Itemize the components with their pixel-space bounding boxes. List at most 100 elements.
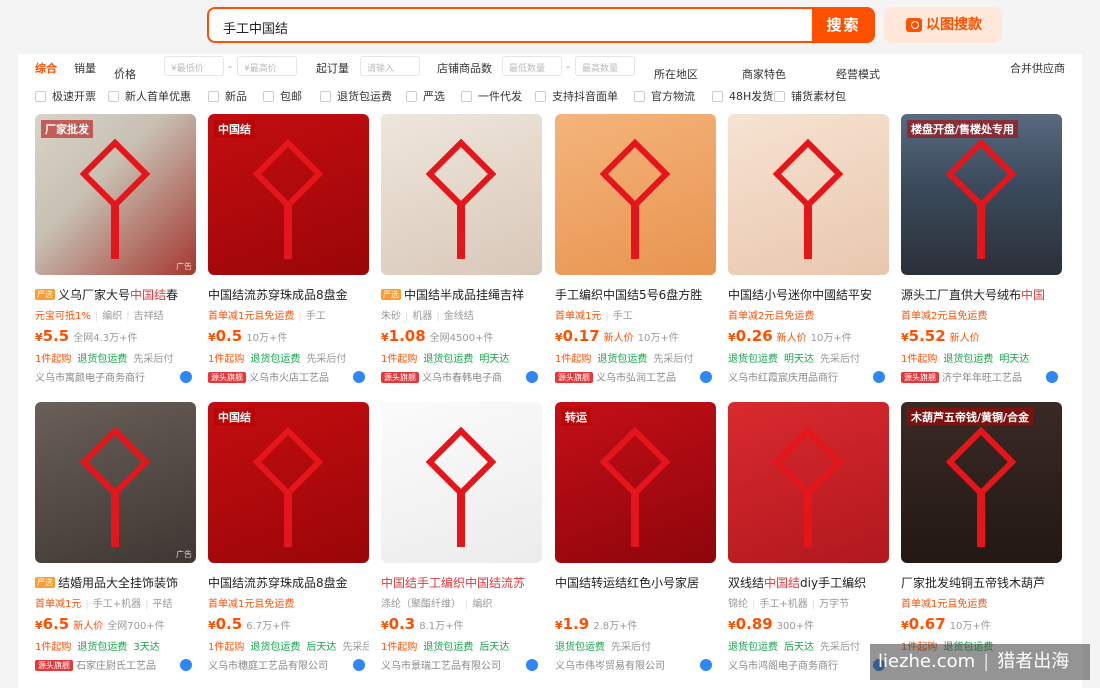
product-card[interactable]: 楼盘开盘/售楼处专用 源头工厂直供大号绒布中国 首单减2元且免运费 ¥5.52 新人价 1… xyxy=(901,114,1064,384)
chat-icon[interactable] xyxy=(526,371,538,383)
chat-icon[interactable] xyxy=(873,371,885,383)
chinese-knot-icon xyxy=(79,426,151,547)
sort-sales[interactable]: 销量 xyxy=(74,60,96,76)
product-card[interactable]: 中国结小号迷你中國結平安 首单减2元且免运费 ¥0.26 新人价 10万+件 退货包运费明… xyxy=(728,114,891,384)
chat-icon[interactable] xyxy=(700,659,712,671)
product-title[interactable]: 中国结手工编织中国结流苏 xyxy=(381,574,542,591)
product-image[interactable] xyxy=(555,114,716,275)
product-title[interactable]: 中国结流苏穿珠成品8盘金 xyxy=(208,574,369,591)
check-dropship[interactable]: 一件代发 xyxy=(461,88,522,104)
check-new-user[interactable]: 新人首单优惠 xyxy=(108,88,191,104)
shop-name[interactable]: 源头旗舰 义乌市弘润工艺品 xyxy=(555,369,716,384)
chat-icon[interactable] xyxy=(700,371,712,383)
shop-name[interactable]: 源头旗舰 义乌市火店工艺品 xyxy=(208,369,369,384)
product-title[interactable]: 严选 中国结半成品挂绳吉祥 xyxy=(381,286,542,303)
moq-label: 起订量 xyxy=(316,62,349,75)
price-max-input[interactable]: ¥最高价 xyxy=(237,56,297,76)
product-card[interactable]: 中国结 中国结流苏穿珠成品8盘金 首单减1元且免运费 | 手工 ¥0.5 10万+件 1件起购… xyxy=(208,114,371,384)
product-attributes: 首单减1元且免运费 xyxy=(901,599,988,610)
chat-icon[interactable] xyxy=(180,659,192,671)
moq-input[interactable]: 请输入 xyxy=(360,56,420,76)
product-title[interactable]: 双线结中国结diy手工编织 xyxy=(728,574,889,591)
check-douyin[interactable]: 支持抖音面单 xyxy=(535,88,618,104)
product-image[interactable] xyxy=(381,402,542,563)
product-card[interactable]: 转运 中国结转运结红色小号家居 ¥1.9 2.8万+件 退货包运费 先采后付 义乌市伟岑贸易… xyxy=(555,402,718,672)
shop-name[interactable]: 源头旗舰 石家庄尉氏工艺品 xyxy=(35,657,196,672)
image-search-button[interactable]: 以图搜款 xyxy=(884,7,1002,43)
product-title[interactable]: 手工编织中国结5号6盘方胜 xyxy=(555,286,716,303)
price-row: ¥0.89 300+件 xyxy=(728,615,815,633)
product-image[interactable] xyxy=(728,402,889,563)
merge-supplier-toggle[interactable]: 合并供应商 xyxy=(1010,60,1065,76)
product-image[interactable]: 广告 xyxy=(35,402,196,563)
shop-name[interactable]: 义乌市鸿阁电子商务商行 xyxy=(728,657,889,672)
check-free-shipping[interactable]: 包邮 xyxy=(263,88,302,104)
product-card[interactable]: 严选 中国结半成品挂绳吉祥 朱砂 | 机器 | 金线结 ¥1.08 全网4500+件 1件起购 退货… xyxy=(381,114,544,384)
sort-comprehensive[interactable]: 综合 xyxy=(35,60,57,76)
product-image[interactable]: 木葫芦五帝钱/黄铜/合金 xyxy=(901,402,1062,563)
chat-icon[interactable] xyxy=(1046,371,1058,383)
service-tags: 退货包运费 明天达 先采后付 xyxy=(728,354,860,365)
check-fast-invoice[interactable]: 极速开票 xyxy=(35,88,96,104)
shop-max-input[interactable]: 最高数量 xyxy=(575,56,635,76)
product-image[interactable]: 楼盘开盘/售楼处专用 xyxy=(901,114,1062,275)
chat-icon[interactable] xyxy=(353,371,365,383)
shop-name[interactable]: 义乌市红霞宸庆用品商行 xyxy=(728,369,889,384)
product-title[interactable]: 严选 结婚用品大全挂饰装饰 xyxy=(35,574,196,591)
search-button[interactable]: 搜索 xyxy=(812,7,875,43)
check-strict[interactable]: 严选 xyxy=(406,88,445,104)
service-tags: 1件起购 退货包运费 后天达 xyxy=(381,642,510,653)
shop-name[interactable]: 源头旗舰 义乌市春韩电子商 xyxy=(381,369,542,384)
product-card[interactable]: 广告 严选 结婚用品大全挂饰装饰 首单减1元 | 手工+机器 | 平结 ¥6.5 新人价 全网700… xyxy=(35,402,198,672)
price-row: ¥6.5 新人价 全网700+件 xyxy=(35,615,165,633)
shop-name[interactable]: 义乌市伟岑贸易有限公司 xyxy=(555,657,716,672)
chat-icon[interactable] xyxy=(526,659,538,671)
product-card[interactable]: 厂家批发 广告 严选 义乌厂家大号中国结春 元宝可抵1% | 编织 | 吉祥结 ¥5.5 全网4.3… xyxy=(35,114,198,384)
check-new[interactable]: 新品 xyxy=(208,88,247,104)
product-price: ¥6.5 xyxy=(35,615,70,633)
product-attributes: 首单减2元且免运费 xyxy=(901,311,988,322)
product-title[interactable]: 中国结流苏穿珠成品8盘金 xyxy=(208,286,369,303)
shop-name[interactable]: 义乌市穗庭工艺品有限公司 xyxy=(208,657,369,672)
check-material[interactable]: 铺货素材包 xyxy=(774,88,846,104)
chat-icon[interactable] xyxy=(180,371,192,383)
product-image[interactable] xyxy=(728,114,889,275)
service-tags: 退货包运费 先采后付 xyxy=(555,642,651,653)
product-image[interactable]: 中国结 xyxy=(208,114,369,275)
product-card[interactable]: 中国结 中国结流苏穿珠成品8盘金 首单减1元且免运费 ¥0.5 6.7万+件 1件起购 退货… xyxy=(208,402,371,672)
chat-icon[interactable] xyxy=(353,659,365,671)
product-title[interactable]: 严选 义乌厂家大号中国结春 xyxy=(35,286,196,303)
product-title[interactable]: 厂家批发纯铜五帝钱木葫芦 xyxy=(901,574,1062,591)
product-card[interactable]: 木葫芦五帝钱/黄铜/合金 厂家批发纯铜五帝钱木葫芦 首单减1元且免运费 ¥0.67 10… xyxy=(901,402,1064,672)
service-tags: 1件起购 退货包运费 先采后付 xyxy=(208,354,347,365)
strict-badge: 严选 xyxy=(35,289,55,300)
product-card[interactable]: 双线结中国结diy手工编织 锦纶 | 手工+机器 | 万字节 ¥0.89 300+件 退货包运费… xyxy=(728,402,891,672)
check-return-shipping[interactable]: 退货包运费 xyxy=(320,88,392,104)
product-title[interactable]: 中国结转运结红色小号家居 xyxy=(555,574,716,591)
image-caption: 转运 xyxy=(561,408,591,426)
product-title[interactable]: 中国结小号迷你中國結平安 xyxy=(728,286,889,303)
shop-name[interactable]: 源头旗舰 济宁年年旺工艺品 xyxy=(901,369,1062,384)
strict-badge: 严选 xyxy=(381,289,401,300)
service-tags: 1件起购 退货包运费 先采后付 xyxy=(555,354,694,365)
shop-name[interactable]: 义乌市景瑞工艺品有限公司 xyxy=(381,657,542,672)
shop-goods-label: 店铺商品数 xyxy=(437,62,492,75)
product-image[interactable]: 厂家批发 广告 xyxy=(35,114,196,275)
product-title[interactable]: 源头工厂直供大号绒布中国 xyxy=(901,286,1062,303)
price-min-input[interactable]: ¥最低价 xyxy=(164,56,224,76)
product-image[interactable]: 转运 xyxy=(555,402,716,563)
shop-name[interactable]: 义乌市寓颜电子商务商行 xyxy=(35,369,196,384)
product-card[interactable]: 中国结手工编织中国结流苏 涤纶（聚酯纤维） | 编织 ¥0.3 8.1万+件 1件起购 退货包… xyxy=(381,402,544,672)
checkbox-filters: 极速开票 新人首单优惠 新品 包邮 退货包运费 严选 一件代发 支持抖音面单 官… xyxy=(18,84,1082,106)
source-flagship-badge: 源头旗舰 xyxy=(901,372,939,383)
search-input[interactable]: 手工中国结 xyxy=(207,7,813,43)
chevron-down-icon: ▾ xyxy=(745,66,750,75)
check-official-logistics[interactable]: 官方物流 xyxy=(634,88,695,104)
shop-min-input[interactable]: 最低数量 xyxy=(502,56,562,76)
product-price: ¥5.52 xyxy=(901,327,946,345)
product-image[interactable]: 中国结 xyxy=(208,402,369,563)
product-card[interactable]: 手工编织中国结5号6盘方胜 首单减1元 | 手工 ¥0.17 新人价 10万+件 1件起购 退货… xyxy=(555,114,718,384)
check-48h[interactable]: 48H发货 xyxy=(712,88,773,104)
product-image[interactable] xyxy=(381,114,542,275)
price-row: ¥0.3 8.1万+件 xyxy=(381,615,464,633)
